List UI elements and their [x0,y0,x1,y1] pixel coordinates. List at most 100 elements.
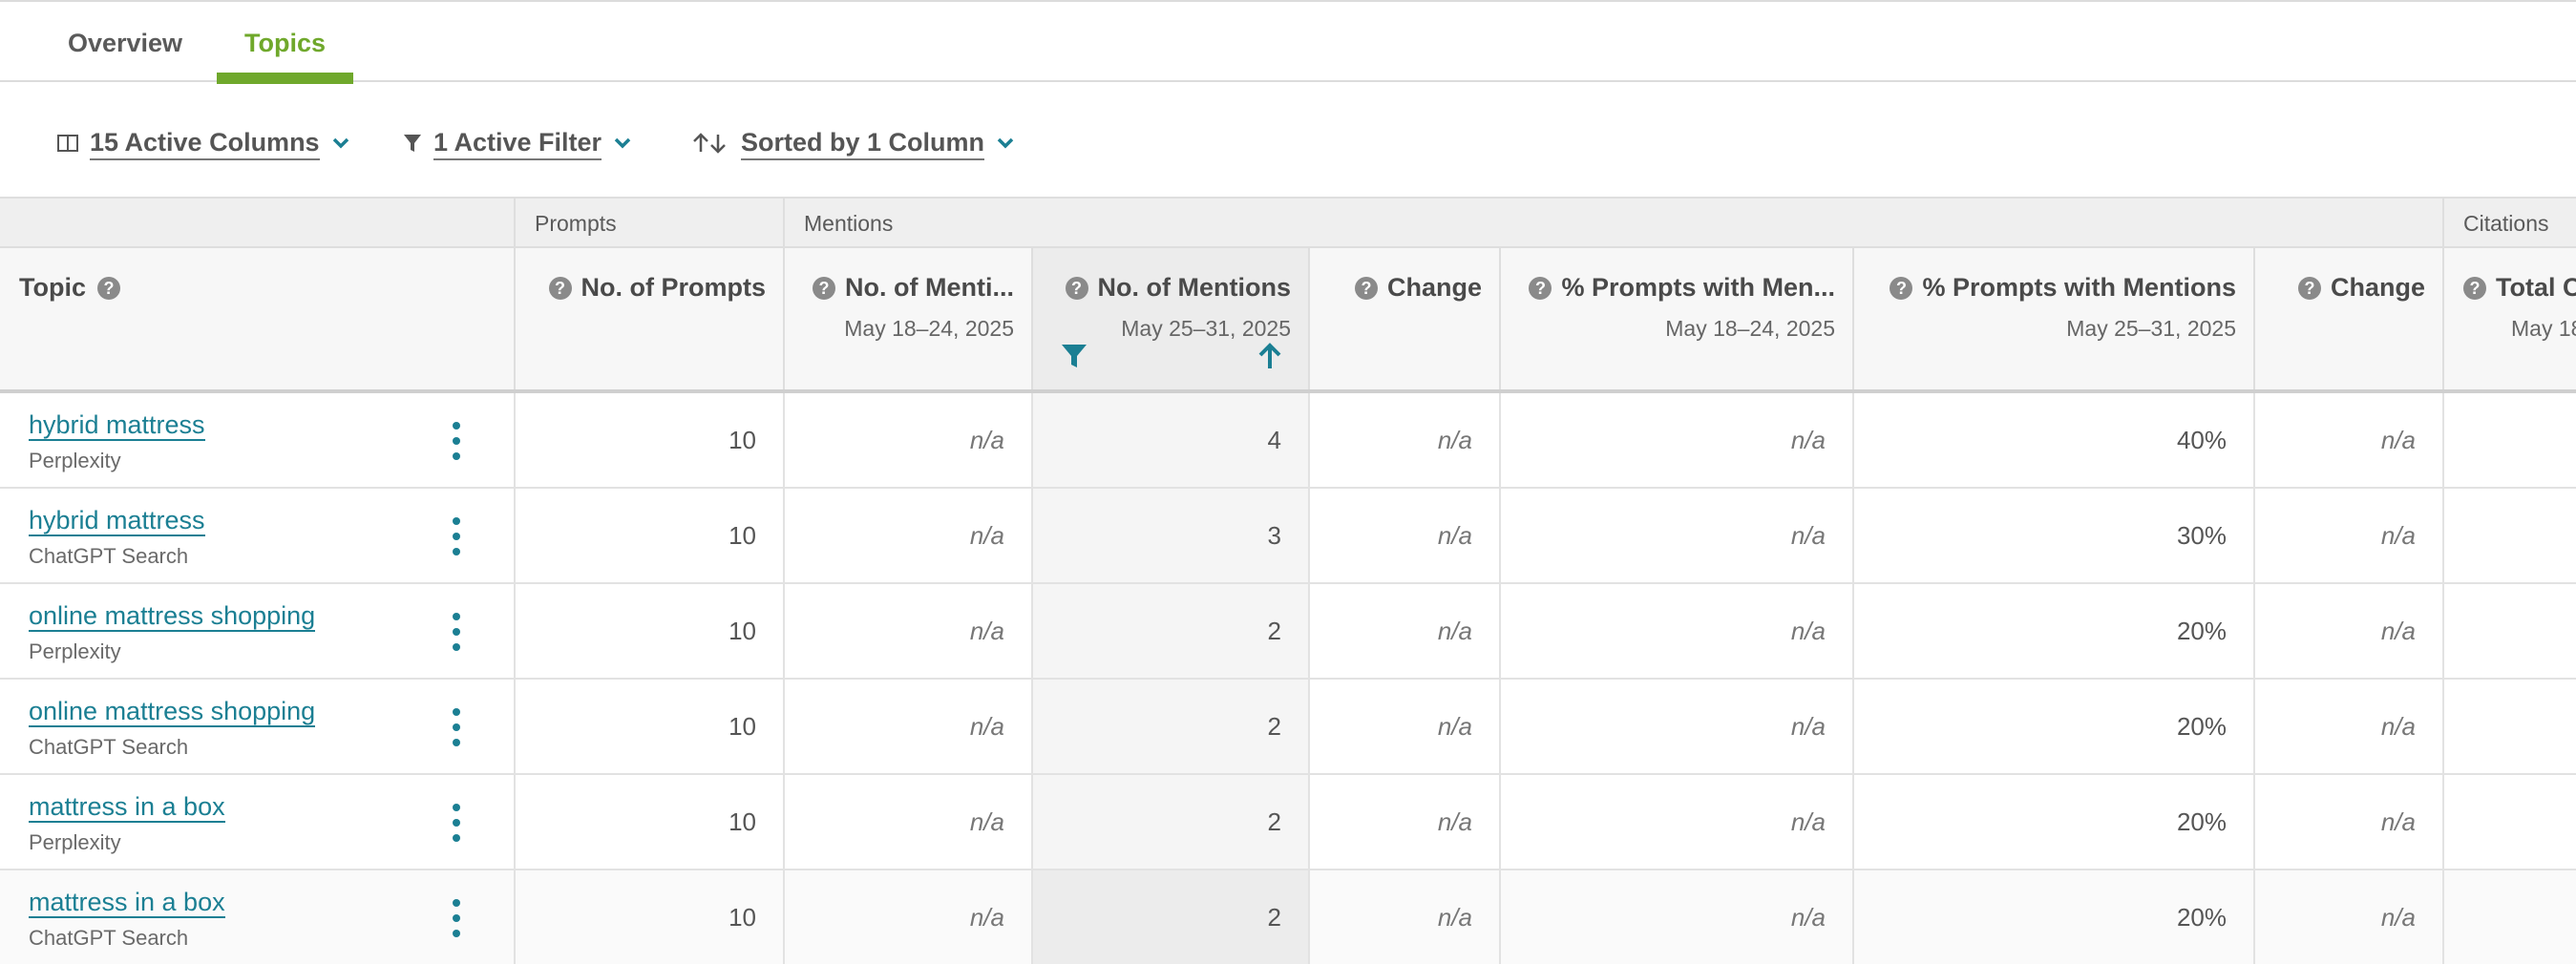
chevron-down-icon [996,136,1015,150]
header-no-of-prompts[interactable]: ? No. of Prompts [514,248,785,389]
cell-mentions-prev: n/a [783,393,1033,487]
column-status-icons [1060,342,1283,374]
arrow-up-icon[interactable] [1256,342,1283,375]
more-vertical-icon[interactable] [449,422,464,460]
active-filter-button[interactable]: 1 Active Filter [403,124,632,162]
cell-prompts: 10 [514,680,785,773]
help-icon[interactable]: ? [813,276,836,300]
column-group-header: Prompts Mentions Citations [0,197,2576,248]
more-vertical-icon[interactable] [449,804,464,842]
cell-prompts: 10 [514,489,785,582]
topic-link[interactable]: mattress in a box [29,888,225,918]
topic-source: ChatGPT Search [29,735,189,759]
topic-link[interactable]: hybrid mattress [29,506,205,536]
more-vertical-icon[interactable] [449,708,464,746]
cell-change: n/a [1308,584,1501,678]
header-mentions-current[interactable]: ? No. of Mentions May 25–31, 2025 [1031,248,1310,389]
help-icon[interactable]: ? [2297,276,2321,300]
tab-topics-label: Topics [243,29,326,57]
table-body: hybrid mattress Perplexity 10 n/a 4 n/a n/a 40%… [0,393,2576,964]
cell-change: n/a [1308,489,1501,582]
filter-active-icon[interactable] [1060,342,1088,375]
cell-mentions-prev: n/a [783,489,1033,582]
cell-pct-current: 20% [1852,775,2255,869]
topic-source: Perplexity [29,639,121,663]
cell-prompts: 10 [514,870,785,964]
header-date-range: May 25–31, 2025 [2066,316,2236,341]
active-columns-label: 15 Active Columns [90,126,320,160]
cell-citations-total [2442,775,2576,869]
cell-citations-total [2442,680,2576,773]
cell-mentions-current: 2 [1031,775,1310,869]
topic-link[interactable]: mattress in a box [29,792,225,823]
cell-pct-current: 20% [1852,870,2255,964]
columns-icon [57,134,78,153]
header-pct-prompts-prev[interactable]: ? % Prompts with Men... May 18–24, 2025 [1499,248,1854,389]
cell-mentions-prev: n/a [783,775,1033,869]
chevron-down-icon [613,136,632,150]
table-row: online mattress shopping ChatGPT Search 10… [0,680,2576,775]
cell-topic: online mattress shopping Perplexity [0,584,516,678]
header-pct-prev-label: % Prompts with Men... [1561,273,1835,302]
filter-icon [403,133,422,154]
header-citations-label: Total C [2496,273,2576,302]
cell-mentions-current: 3 [1031,489,1310,582]
topic-link[interactable]: hybrid mattress [29,410,205,441]
header-topic[interactable]: Topic? [0,248,516,389]
sort-button[interactable]: Sorted by 1 Column [691,124,1015,162]
help-icon[interactable]: ? [97,276,120,300]
group-mentions: Mentions [783,199,2444,248]
topic-source: Perplexity [29,449,121,472]
topic-source: ChatGPT Search [29,926,189,950]
header-prompts-label: No. of Prompts [581,273,767,302]
table-row: hybrid mattress Perplexity 10 n/a 4 n/a n/a 40%… [0,393,2576,489]
cell-pct-prev: n/a [1499,680,1854,773]
help-icon[interactable]: ? [1529,276,1552,300]
tab-topics[interactable]: Topics [217,2,353,84]
cell-change-pct: n/a [2253,489,2444,582]
cell-topic: online mattress shopping ChatGPT Search [0,680,516,773]
help-icon[interactable]: ? [1354,276,1378,300]
cell-pct-current: 30% [1852,489,2255,582]
help-icon[interactable]: ? [2463,276,2486,300]
header-pct-prompts-current[interactable]: ? % Prompts with Mentions May 25–31, 2025 [1852,248,2255,389]
more-vertical-icon[interactable] [449,517,464,555]
header-date-range: May 25–31, 2025 [1121,316,1291,341]
topic-source: ChatGPT Search [29,544,189,568]
active-columns-button[interactable]: 15 Active Columns [57,124,350,162]
help-icon[interactable]: ? [548,276,572,300]
help-icon[interactable]: ? [1890,276,1913,300]
cell-change-pct: n/a [2253,393,2444,487]
active-filter-label: 1 Active Filter [433,126,602,160]
header-change[interactable]: ? Change [1308,248,1501,389]
cell-mentions-current: 2 [1031,680,1310,773]
cell-citations-total [2442,393,2576,487]
cell-citations-total [2442,489,2576,582]
cell-pct-prev: n/a [1499,584,1854,678]
cell-topic: hybrid mattress Perplexity [0,393,516,487]
cell-change-pct: n/a [2253,870,2444,964]
cell-pct-prev: n/a [1499,775,1854,869]
header-mentions-prev[interactable]: ? No. of Menti... May 18–24, 2025 [783,248,1033,389]
table-row: mattress in a box Perplexity 10 n/a 2 n/a n/a 2… [0,775,2576,870]
tab-bar: Overview Topics [0,0,2576,84]
cell-mentions-current: 2 [1031,584,1310,678]
sort-label: Sorted by 1 Column [741,126,985,160]
cell-pct-prev: n/a [1499,870,1854,964]
cell-pct-current: 20% [1852,680,2255,773]
help-icon[interactable]: ? [1065,276,1088,300]
header-change-label: Change [1386,273,1482,302]
more-vertical-icon[interactable] [449,613,464,651]
header-citations-total[interactable]: ? Total C May 18–2 [2442,248,2576,389]
topic-link[interactable]: online mattress shopping [29,697,316,727]
topic-link[interactable]: online mattress shopping [29,601,316,632]
header-change-pct[interactable]: ? Change [2253,248,2444,389]
cell-change-pct: n/a [2253,775,2444,869]
cell-citations-total [2442,870,2576,964]
cell-topic: mattress in a box ChatGPT Search [0,870,516,964]
header-date-range: May 18–24, 2025 [844,316,1014,341]
more-vertical-icon[interactable] [449,899,464,937]
header-change2-label: Change [2330,273,2425,302]
cell-change-pct: n/a [2253,584,2444,678]
tab-overview[interactable]: Overview [46,2,204,82]
